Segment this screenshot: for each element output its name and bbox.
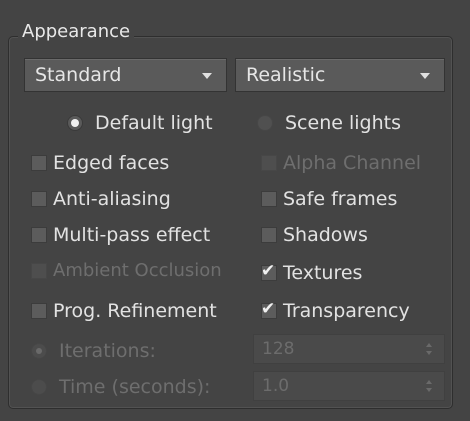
checkmark-icon: ✔ xyxy=(261,299,276,319)
preset-dropdown[interactable]: Realistic xyxy=(235,58,445,92)
checkbox-icon xyxy=(31,263,47,279)
shadows-checkbox[interactable]: Shadows xyxy=(261,222,368,248)
alpha-channel-checkbox: Alpha Channel xyxy=(261,150,421,176)
transparency-checkbox[interactable]: ✔ Transparency xyxy=(261,298,410,324)
checkbox-icon xyxy=(31,155,47,171)
default-light-label: Default light xyxy=(95,112,213,134)
style-dropdown-value: Standard xyxy=(35,64,122,86)
edged-faces-checkbox[interactable]: Edged faces xyxy=(31,150,169,176)
spinner-arrows-icon xyxy=(426,380,434,394)
alpha-channel-label: Alpha Channel xyxy=(283,152,422,174)
edged-faces-label: Edged faces xyxy=(53,152,170,174)
radio-selected-icon xyxy=(67,115,83,131)
group-title: Appearance xyxy=(18,22,135,42)
spinner-down-icon xyxy=(426,388,432,392)
prog-refinement-label: Prog. Refinement xyxy=(53,300,217,322)
chevron-down-icon xyxy=(202,73,212,79)
checkbox-icon xyxy=(31,227,47,243)
default-light-radio[interactable]: Default light xyxy=(67,112,213,134)
checkbox-checked-icon: ✔ xyxy=(261,261,277,281)
time-seconds-value: 1.0 xyxy=(262,376,290,396)
shadows-label: Shadows xyxy=(283,224,368,246)
textures-checkbox[interactable]: ✔ Textures xyxy=(261,260,362,286)
anti-aliasing-label: Anti-aliasing xyxy=(53,188,171,210)
radio-unselected-icon xyxy=(257,115,273,131)
iterations-radio: Iterations: xyxy=(31,340,156,362)
appearance-panel: Appearance Standard Realistic Default li… xyxy=(0,0,470,421)
time-seconds-label: Time (seconds): xyxy=(59,376,211,398)
scene-lights-label: Scene lights xyxy=(285,112,401,134)
anti-aliasing-checkbox[interactable]: Anti-aliasing xyxy=(31,186,171,212)
iterations-label: Iterations: xyxy=(59,340,156,362)
safe-frames-checkbox[interactable]: Safe frames xyxy=(261,186,397,212)
spinner-arrows-icon xyxy=(426,343,434,357)
checkbox-checked-icon: ✔ xyxy=(261,299,277,319)
spinner-down-icon xyxy=(426,351,432,355)
radio-disabled-icon xyxy=(31,343,47,359)
checkbox-icon xyxy=(261,155,277,171)
time-seconds-spinner: 1.0 xyxy=(253,371,445,401)
time-seconds-radio: Time (seconds): xyxy=(31,376,210,398)
prog-refinement-checkbox[interactable]: Prog. Refinement xyxy=(31,298,217,324)
iterations-value: 128 xyxy=(262,339,295,359)
scene-lights-radio[interactable]: Scene lights xyxy=(257,112,401,134)
chevron-down-icon xyxy=(420,73,430,79)
textures-label: Textures xyxy=(283,262,363,284)
preset-dropdown-value: Realistic xyxy=(246,64,326,86)
checkbox-icon xyxy=(31,303,47,319)
radio-disabled-icon xyxy=(31,379,47,395)
multi-pass-effect-label: Multi-pass effect xyxy=(53,224,211,246)
safe-frames-label: Safe frames xyxy=(283,188,398,210)
ambient-occlusion-label: Ambient Occlusion xyxy=(53,260,222,281)
checkbox-icon xyxy=(261,191,277,207)
checkbox-icon xyxy=(261,227,277,243)
spinner-up-icon xyxy=(426,343,432,347)
transparency-label: Transparency xyxy=(283,300,410,322)
style-dropdown[interactable]: Standard xyxy=(24,58,227,92)
checkbox-icon xyxy=(31,191,47,207)
checkmark-icon: ✔ xyxy=(261,261,276,281)
ambient-occlusion-checkbox: Ambient Occlusion xyxy=(31,258,222,284)
spinner-up-icon xyxy=(426,380,432,384)
multi-pass-effect-checkbox[interactable]: Multi-pass effect xyxy=(31,222,210,248)
iterations-spinner: 128 xyxy=(253,334,445,364)
